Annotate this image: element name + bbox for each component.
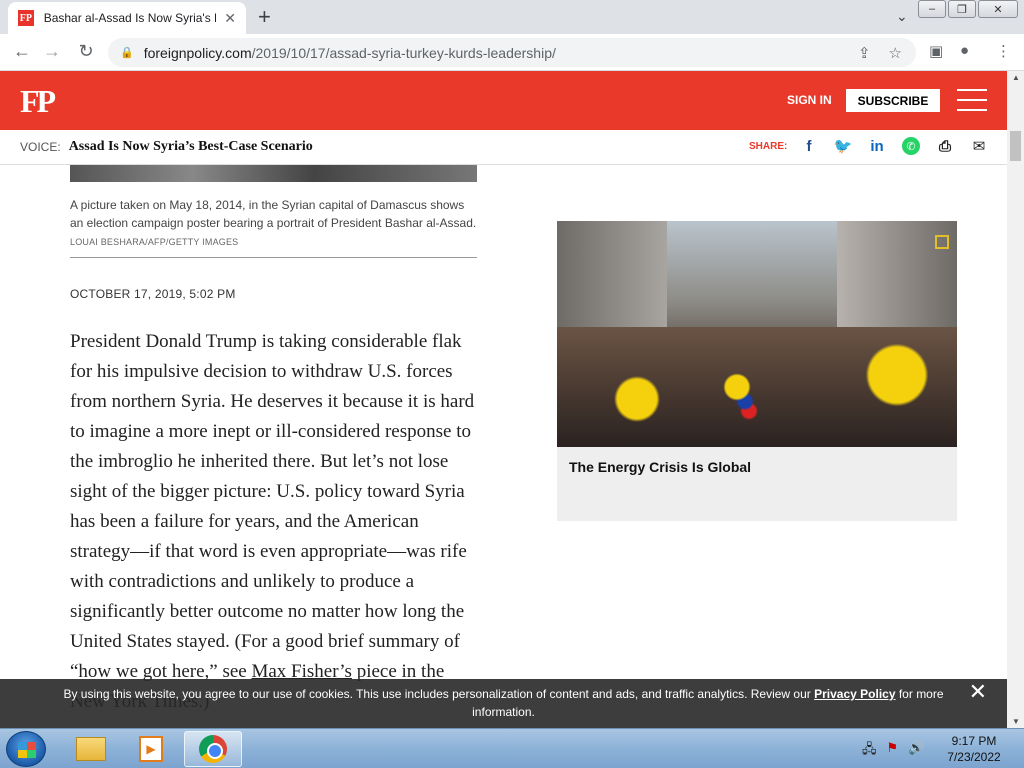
reload-icon[interactable]: ↻ [74,41,98,62]
profile-avatar-icon[interactable]: ● [960,42,969,59]
image-caption: A picture taken on May 18, 2014, in the … [70,198,477,247]
lock-icon[interactable]: 🔒 [120,46,134,59]
close-window-button[interactable]: ✕ [978,0,1018,18]
tab-search-chevron-icon[interactable]: ⌄ [896,8,908,25]
clock[interactable]: 9:17 PM 7/23/2022 [944,733,1004,765]
privacy-policy-link[interactable]: Privacy Policy [814,687,895,701]
whatsapp-icon[interactable]: ✆ [902,137,920,155]
fp-favicon-icon: FP [18,10,34,26]
menu-kebab-icon[interactable]: ⋮ [996,42,1011,60]
promo-image[interactable] [557,221,957,447]
restore-button[interactable]: ❐ [948,0,976,18]
bookmark-star-icon[interactable]: ☆ [889,44,902,62]
facebook-icon[interactable]: f [800,137,818,155]
scroll-thumb[interactable] [1010,131,1021,161]
side-panel-icon[interactable]: ▣ [929,42,943,60]
fp-logo[interactable]: FP [20,83,56,120]
chrome-icon [199,735,227,763]
site-header: FP SIGN IN SUBSCRIBE [0,71,1007,130]
browser-toolbar: ← → ↻ 🔒 foreignpolicy.com/2019/10/17/ass… [0,34,1024,71]
promo-title[interactable]: The Energy Crisis Is Global [557,447,957,487]
ad-choices-icon[interactable] [935,235,949,249]
article-hero-image [70,165,477,182]
os-taskbar: ▶ 🖧 ⚑ 🔊 9:17 PM 7/23/2022 [0,728,1024,768]
linkedin-icon[interactable]: in [868,137,886,155]
forward-arrow-icon[interactable]: → [40,41,64,62]
system-tray: 🖧 ⚑ 🔊 [862,740,924,762]
scroll-down-arrow-icon[interactable]: ▼ [1012,717,1020,726]
media-player-taskbar-button[interactable]: ▶ [122,731,180,767]
cookie-banner: By using this website, you agree to our … [0,679,1007,728]
flag-alert-icon[interactable]: ⚑ [887,740,899,762]
url-text: foreignpolicy.com/2019/10/17/assad-syria… [143,44,556,61]
article-title: Assad Is Now Syria’s Best-Case Scenario [68,139,313,154]
twitter-icon[interactable]: 🐦 [834,137,853,155]
new-tab-button[interactable]: + [258,5,271,29]
back-arrow-icon[interactable]: ← [10,41,34,62]
tab-close-icon[interactable]: ✕ [224,10,236,27]
hamburger-menu-icon[interactable] [957,89,987,119]
explorer-taskbar-button[interactable] [62,731,120,767]
web-page: FP SIGN IN SUBSCRIBE VOICE: Assad Is Now… [0,71,1007,728]
page-scrollbar[interactable]: ▲ ▼ [1007,71,1024,728]
photo-credit: LOUAI BESHARA/AFP/GETTY IMAGES [70,237,239,247]
volume-icon[interactable]: 🔊 [908,740,924,762]
publish-date: OCTOBER 17, 2019, 5:02 PM [70,287,236,301]
start-button[interactable] [6,731,46,767]
section-label: VOICE: [20,140,61,154]
browser-tab[interactable]: FP Bashar al-Assad Is Now Syria's Best-C… [8,2,246,34]
print-icon[interactable]: ⎙ [936,137,954,155]
subscribe-button[interactable]: SUBSCRIBE [846,89,940,112]
sign-in-link[interactable]: SIGN IN [787,93,832,107]
share-icons: f 🐦 in ✆ ⎙ ✉ [800,137,988,155]
chrome-taskbar-button[interactable] [184,731,242,767]
window-controls: – ❐ ✕ [918,0,1018,18]
address-bar[interactable]: 🔒 foreignpolicy.com/2019/10/17/assad-syr… [108,38,916,67]
promo-card[interactable]: The Energy Crisis Is Global [557,221,957,521]
minimize-button[interactable]: – [918,0,946,18]
share-page-icon[interactable]: ⇪ [858,44,871,62]
share-label: SHARE: [749,141,788,152]
folder-icon [76,737,106,761]
tab-bar: FP Bashar al-Assad Is Now Syria's Best-C… [0,0,1024,34]
tab-title: Bashar al-Assad Is Now Syria's Best-Case… [43,11,217,25]
network-icon[interactable]: 🖧 [862,740,877,762]
sticky-article-bar: VOICE: Assad Is Now Syria’s Best-Case Sc… [0,130,1007,165]
caption-divider [70,257,477,258]
email-icon[interactable]: ✉ [970,137,988,155]
cookie-close-icon[interactable]: ✕ [969,681,987,703]
media-player-icon: ▶ [139,736,163,762]
article-body: President Donald Trump is taking conside… [70,331,475,712]
scroll-up-arrow-icon[interactable]: ▲ [1012,73,1020,82]
